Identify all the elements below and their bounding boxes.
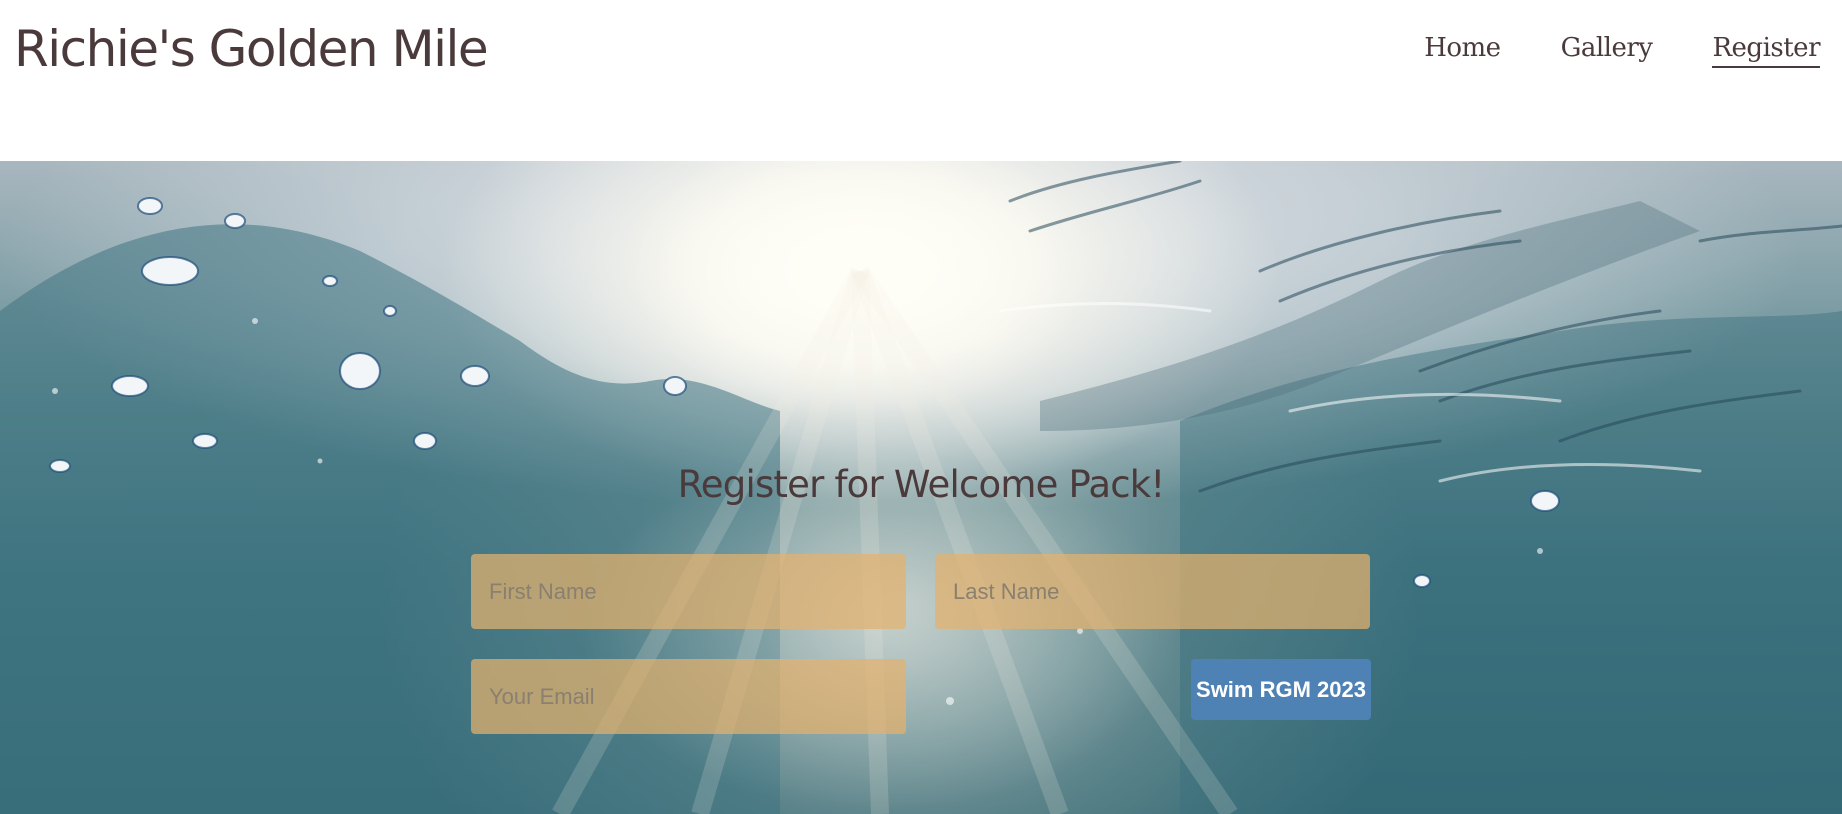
register-heading: Register for Welcome Pack!	[677, 463, 1166, 506]
site-title: Richie's Golden Mile	[14, 20, 489, 78]
first-name-input[interactable]	[471, 554, 906, 629]
last-name-input[interactable]	[935, 554, 1370, 629]
site-header: Richie's Golden Mile Home Gallery Regist…	[0, 0, 1842, 161]
main-nav: Home Gallery Register	[1424, 30, 1820, 68]
submit-button[interactable]: Swim RGM 2023	[1191, 659, 1371, 720]
nav-link-register[interactable]: Register	[1712, 30, 1820, 68]
email-input[interactable]	[471, 659, 906, 734]
nav-link-home[interactable]: Home	[1424, 30, 1501, 68]
hero-section: Register for Welcome Pack! Swim RGM 2023	[0, 161, 1842, 814]
nav-link-gallery[interactable]: Gallery	[1561, 30, 1653, 68]
